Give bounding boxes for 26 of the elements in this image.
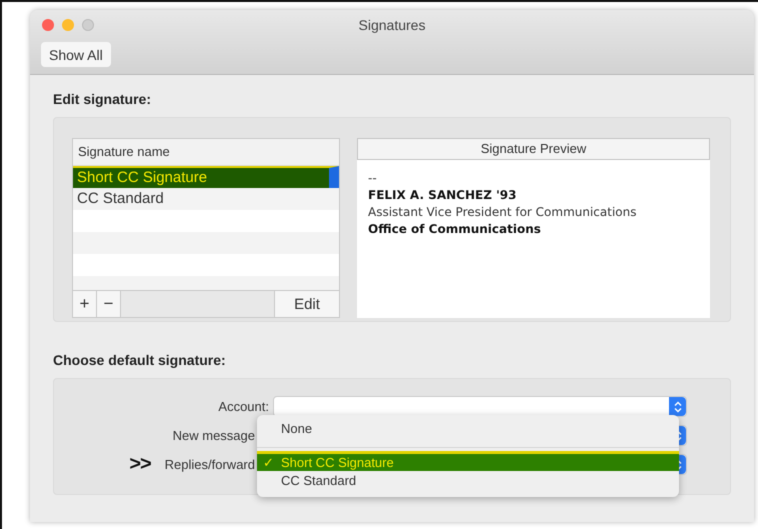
close-icon[interactable] (42, 19, 54, 31)
field-label: New message (172, 428, 255, 443)
edit-button[interactable]: Edit (274, 291, 339, 317)
remove-button[interactable]: − (97, 291, 121, 317)
zoom-icon[interactable] (82, 19, 94, 31)
signature-line: Assistant Vice President for Communications (368, 204, 638, 221)
menu-item[interactable]: None (257, 419, 679, 441)
field-label: Account: (218, 399, 269, 414)
signature-item[interactable]: Short CC Signature (73, 166, 339, 188)
column-header: Signature Preview (357, 138, 710, 160)
section-heading: Edit signature: (53, 91, 152, 107)
signature-line: Office of Communications (368, 221, 542, 238)
stepper-icon (669, 397, 686, 416)
section-heading: Choose default signature: (53, 352, 227, 368)
menu-item[interactable]: CC Standard (257, 471, 679, 491)
popup-field[interactable] (273, 396, 687, 417)
menu-item[interactable]: ✓ Short CC Signature (257, 451, 679, 471)
window-title: Signatures (358, 17, 426, 33)
show-all-button[interactable]: Show All (41, 42, 111, 67)
add-button[interactable]: + (73, 291, 97, 317)
field-label: Replies/forward (164, 457, 255, 472)
signature-line: FELIX A. SANCHEZ '93 (368, 187, 518, 204)
signature-line: -- (368, 170, 378, 187)
minimize-icon[interactable] (62, 19, 74, 31)
marker-text: >> (129, 453, 151, 476)
column-header: Signature name (73, 139, 339, 166)
